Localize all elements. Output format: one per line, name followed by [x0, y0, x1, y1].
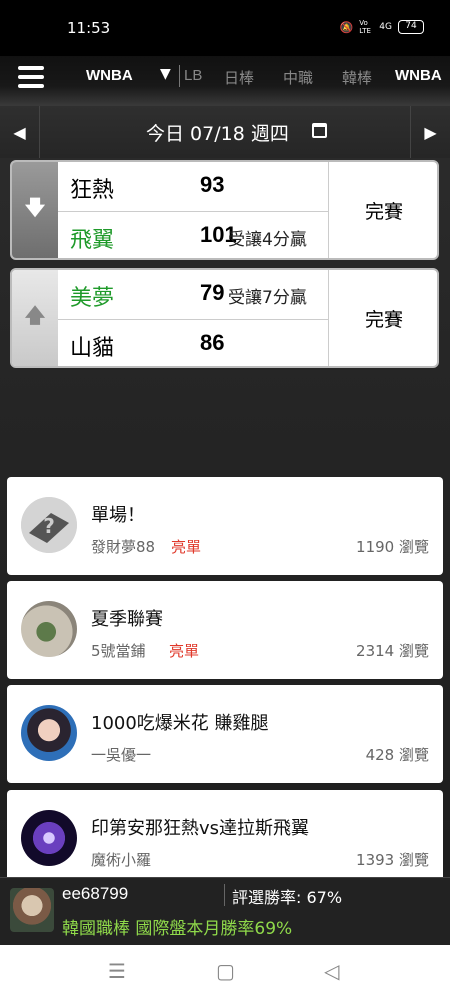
- team-row: 山貓 86: [58, 320, 328, 366]
- post-views: 1190 瀏覽: [356, 538, 429, 556]
- game-status: 完賽: [328, 162, 437, 258]
- signal-icon: 4G: [379, 22, 392, 32]
- show-pick-badge: 亮單: [169, 642, 200, 660]
- status-bar: 11:53 🔕 Vo LTE 4G 74: [0, 0, 450, 56]
- battery-icon: 74: [398, 20, 424, 34]
- team-name: 美夢: [70, 286, 115, 311]
- date-bar: ◀ 今日 07/18 週四 ▶: [0, 106, 450, 158]
- team-row: 美夢 79 受讓7分贏: [58, 270, 328, 320]
- promo-win-rate: 評選勝率: 67%: [232, 888, 343, 907]
- team-score: 93: [200, 172, 225, 197]
- system-nav-bar: ☰ ▢ ◁: [0, 945, 450, 1000]
- handicap-note: 受讓7分贏: [228, 288, 307, 308]
- mute-icon: 🔕: [339, 20, 354, 34]
- game-card[interactable]: 🡇 狂熱 93 飛翼 101 受讓4分贏 完賽: [10, 160, 439, 260]
- post-author: 一吳優一: [91, 746, 152, 764]
- league-tab-cpbl[interactable]: 中職: [283, 67, 313, 88]
- league-tab-kbo[interactable]: 韓棒: [342, 67, 372, 88]
- next-arrow-icon: ▶: [424, 122, 437, 142]
- league-tab-jpn-baseball[interactable]: 日棒: [224, 67, 254, 88]
- home-icon[interactable]: ▢: [216, 959, 235, 983]
- top-nav: WNBA ▼ LB 日棒 中職 韓棒 WNBA: [0, 56, 450, 106]
- recents-icon[interactable]: ☰: [108, 959, 126, 983]
- post-item[interactable]: 夏季聯賽 5號當鋪 亮單 2314 瀏覽: [7, 581, 443, 679]
- post-item[interactable]: ? 單場！ 發財夢88 亮單 1190 瀏覽: [7, 477, 443, 575]
- up-arrow-icon: 🡅: [24, 303, 46, 327]
- league-tab-wnba[interactable]: WNBA: [395, 67, 442, 84]
- post-title: 印第安那狂熱vs達拉斯飛翼: [91, 818, 310, 839]
- calendar-icon[interactable]: [312, 123, 327, 138]
- team-score: 86: [200, 330, 225, 355]
- promo-text: 韓國職棒 國際盤本月勝率69%: [62, 919, 293, 939]
- back-icon[interactable]: ◁: [324, 959, 339, 983]
- team-score: 79: [200, 280, 225, 305]
- promo-divider: [224, 884, 225, 906]
- svg-text:?: ?: [43, 514, 55, 538]
- post-title: 夏季聯賽: [91, 609, 163, 630]
- post-title: 單場！: [91, 505, 145, 526]
- post-author: 發財夢88: [91, 538, 156, 556]
- game-expand-toggle[interactable]: 🡅: [12, 270, 58, 366]
- avatar: [21, 601, 77, 657]
- league-tab-lb[interactable]: LB: [184, 67, 202, 84]
- post-item[interactable]: 1000吃爆米花 賺雞腿 一吳優一 428 瀏覽: [7, 685, 443, 783]
- team-name: 狂熱: [70, 178, 115, 203]
- next-day-button[interactable]: ▶: [410, 106, 450, 158]
- post-author: 魔術小羅: [91, 851, 152, 869]
- status-time: 11:53: [67, 19, 111, 37]
- game-expand-toggle[interactable]: 🡇: [12, 162, 58, 258]
- post-views: 428 瀏覽: [365, 746, 429, 764]
- date-label[interactable]: 今日 07/18 週四: [146, 119, 289, 146]
- post-title: 1000吃爆米花 賺雞腿: [91, 713, 269, 734]
- post-views: 2314 瀏覽: [356, 642, 429, 660]
- post-author: 5號當鋪: [91, 642, 146, 660]
- post-item[interactable]: 印第安那狂熱vs達拉斯飛翼 魔術小羅 1393 瀏覽: [7, 790, 443, 877]
- team-name: 飛翼: [70, 228, 115, 253]
- avatar: [10, 888, 54, 932]
- promo-banner[interactable]: ee68799 評選勝率: 67% 韓國職棒 國際盤本月勝率69%: [0, 877, 450, 945]
- avatar: [21, 810, 77, 866]
- volte-icon: Vo LTE: [359, 19, 371, 35]
- handicap-note: 受讓4分贏: [228, 230, 307, 250]
- prev-day-button[interactable]: ◀: [0, 106, 40, 158]
- unknown-user-icon: ?: [21, 497, 77, 553]
- game-status: 完賽: [328, 270, 437, 366]
- game-card[interactable]: 🡅 美夢 79 受讓7分贏 山貓 86 完賽: [10, 268, 439, 368]
- current-league[interactable]: WNBA: [86, 67, 133, 84]
- down-arrow-icon: 🡇: [24, 195, 46, 219]
- promo-username: ee68799: [62, 884, 129, 903]
- team-name: 山貓: [70, 336, 115, 361]
- team-row: 飛翼 101 受讓4分贏: [58, 212, 328, 258]
- post-views: 1393 瀏覽: [356, 851, 429, 869]
- team-row: 狂熱 93: [58, 162, 328, 212]
- prev-arrow-icon: ◀: [13, 122, 26, 142]
- status-icons: 🔕 Vo LTE 4G 74: [340, 19, 424, 35]
- nav-divider: [179, 65, 180, 87]
- avatar: ?: [21, 497, 77, 553]
- dropdown-triangle-icon[interactable]: ▼: [160, 66, 171, 82]
- avatar: [21, 705, 77, 761]
- show-pick-badge: 亮單: [171, 538, 202, 556]
- menu-icon[interactable]: [18, 64, 44, 90]
